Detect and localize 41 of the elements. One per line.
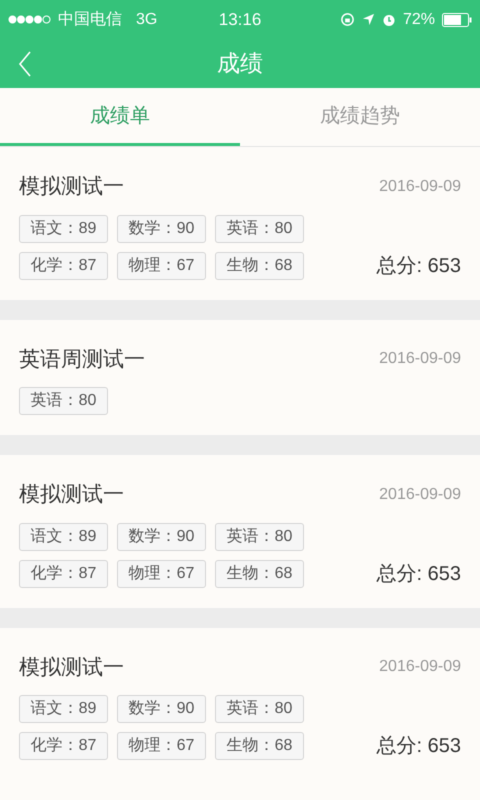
score-tag: 语文：89	[19, 695, 108, 723]
score-tag: 数学：90	[117, 214, 206, 242]
page-title: 成绩	[217, 49, 263, 78]
battery-icon	[442, 12, 472, 27]
network-label: 3G	[136, 10, 158, 30]
carrier-label: 中国电信	[58, 10, 122, 30]
exam-title: 英语周测试一	[19, 346, 145, 372]
signal-icon	[8, 15, 52, 24]
score-tag: 化学：87	[19, 560, 108, 588]
score-tag: 数学：90	[117, 522, 206, 550]
score-tag: 语文：89	[19, 522, 108, 550]
score-tag: 数学：90	[117, 695, 206, 723]
exam-title: 模拟测试一	[19, 482, 124, 508]
score-tag: 英语：80	[215, 522, 304, 550]
exam-title: 模拟测试一	[19, 654, 124, 680]
exam-date: 2016-09-09	[379, 176, 461, 197]
total-score: 总分: 653	[376, 734, 461, 759]
exam-card[interactable]: 英语周测试一 2016-09-09 英语：80	[0, 320, 480, 455]
score-tag: 化学：87	[19, 252, 108, 280]
total-score: 总分: 653	[376, 254, 461, 278]
score-tag: 生物：68	[215, 560, 304, 588]
exam-date: 2016-09-09	[379, 657, 461, 678]
battery-percent: 72%	[402, 10, 436, 30]
score-tag: 英语：80	[215, 695, 304, 723]
location-arrow-icon	[362, 13, 375, 26]
clock-time: 13:16	[218, 8, 262, 31]
score-tag: 物理：67	[117, 732, 206, 760]
rotation-lock-icon	[340, 12, 355, 28]
score-tag: 生物：68	[215, 252, 304, 280]
score-tag: 化学：87	[19, 732, 108, 760]
score-tag: 语文：89	[19, 214, 108, 242]
score-tag: 生物：68	[215, 732, 304, 760]
alarm-clock-icon	[382, 12, 396, 28]
score-tag: 英语：80	[19, 387, 108, 415]
exam-title: 模拟测试一	[19, 174, 124, 200]
exam-date: 2016-09-09	[379, 349, 461, 370]
score-tag: 英语：80	[215, 214, 304, 242]
score-tag: 物理：67	[117, 252, 206, 280]
exam-date: 2016-09-09	[379, 484, 461, 505]
total-score: 总分: 653	[376, 562, 461, 586]
score-tag: 物理：67	[117, 560, 206, 588]
